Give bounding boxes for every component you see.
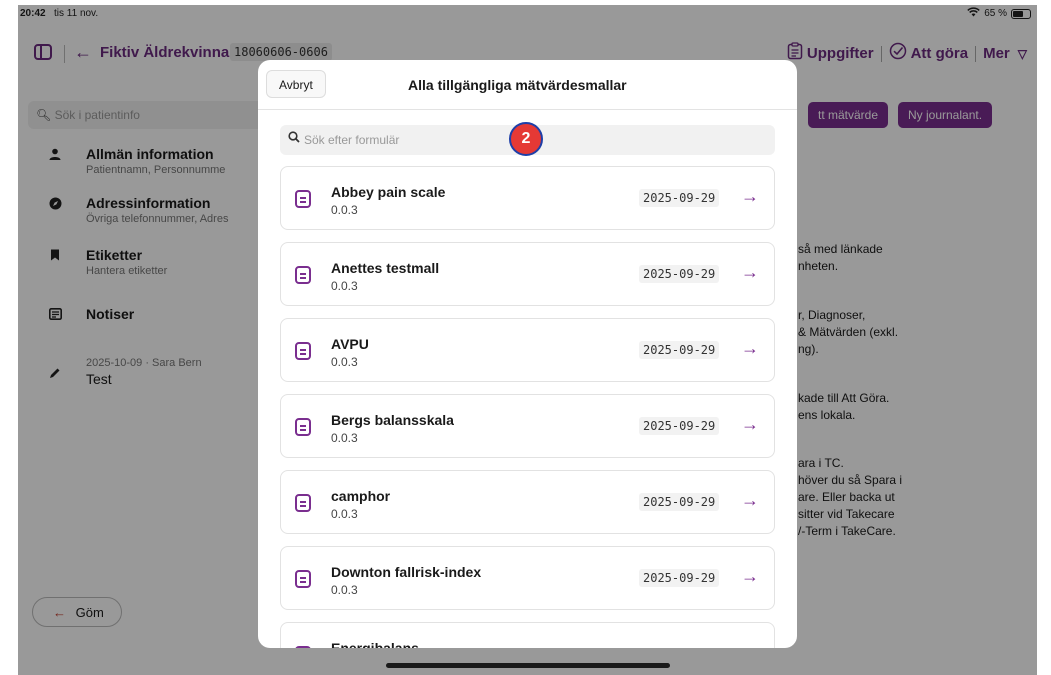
template-name: Abbey pain scale: [331, 184, 446, 200]
list-item[interactable]: Abbey pain scale 0.0.3 2025-09-29 →: [280, 166, 775, 230]
arrow-right-icon[interactable]: →: [741, 262, 759, 283]
home-indicator[interactable]: [386, 663, 670, 668]
template-date: 2025-09-29: [639, 341, 720, 359]
arrow-right-icon[interactable]: →: [741, 566, 759, 587]
arrow-right-icon[interactable]: →: [741, 490, 759, 511]
document-icon: [295, 570, 311, 588]
cancel-button[interactable]: Avbryt: [266, 70, 326, 98]
template-version: 0.0.3: [331, 583, 358, 597]
template-name: Bergs balansskala: [331, 412, 454, 428]
document-icon: [295, 266, 311, 284]
template-version: 0.0.3: [331, 203, 358, 217]
list-item[interactable]: Downton fallrisk-index 0.0.3 2025-09-29 …: [280, 546, 775, 610]
list-item[interactable]: Bergs balansskala 0.0.3 2025-09-29 →: [280, 394, 775, 458]
list-item[interactable]: Anettes testmall 0.0.3 2025-09-29 →: [280, 242, 775, 306]
template-version: 0.0.3: [331, 507, 358, 521]
screen: 20:42 tis 11 nov. 65 % ← Fiktiv Äldrekvi…: [0, 0, 1051, 675]
template-date: 2025-09-29: [639, 417, 720, 435]
arrow-right-icon[interactable]: →: [741, 338, 759, 359]
template-name: AVPU: [331, 336, 369, 352]
arrow-right-icon[interactable]: →: [741, 186, 759, 207]
ipad-screen: 20:42 tis 11 nov. 65 % ← Fiktiv Äldrekvi…: [18, 5, 1037, 675]
arrow-right-icon[interactable]: →: [741, 414, 759, 435]
list-item[interactable]: camphor 0.0.3 2025-09-29 →: [280, 470, 775, 534]
document-icon: [295, 418, 311, 436]
list-item[interactable]: Energibalans: [280, 622, 775, 648]
list-item[interactable]: AVPU 0.0.3 2025-09-29 →: [280, 318, 775, 382]
document-icon: [295, 646, 311, 648]
document-icon: [295, 494, 311, 512]
modal-header: Avbryt Alla tillgängliga mätvärdesmallar: [258, 60, 797, 110]
template-name: Energibalans: [331, 640, 419, 648]
template-name: camphor: [331, 488, 391, 504]
template-name: Anettes testmall: [331, 260, 440, 276]
search-icon: [288, 131, 300, 146]
template-date: 2025-09-29: [639, 569, 720, 587]
document-icon: [295, 342, 311, 360]
template-date: 2025-09-29: [639, 265, 720, 283]
step-marker: 2: [509, 122, 543, 156]
document-icon: [295, 190, 311, 208]
template-date: 2025-09-29: [639, 189, 720, 207]
template-version: 0.0.3: [331, 279, 358, 293]
template-version: 0.0.3: [331, 431, 358, 445]
modal-title: Alla tillgängliga mätvärdesmallar: [408, 77, 627, 93]
template-date: 2025-09-29: [639, 493, 720, 511]
template-name: Downton fallrisk-index: [331, 564, 482, 580]
template-version: 0.0.3: [331, 355, 358, 369]
